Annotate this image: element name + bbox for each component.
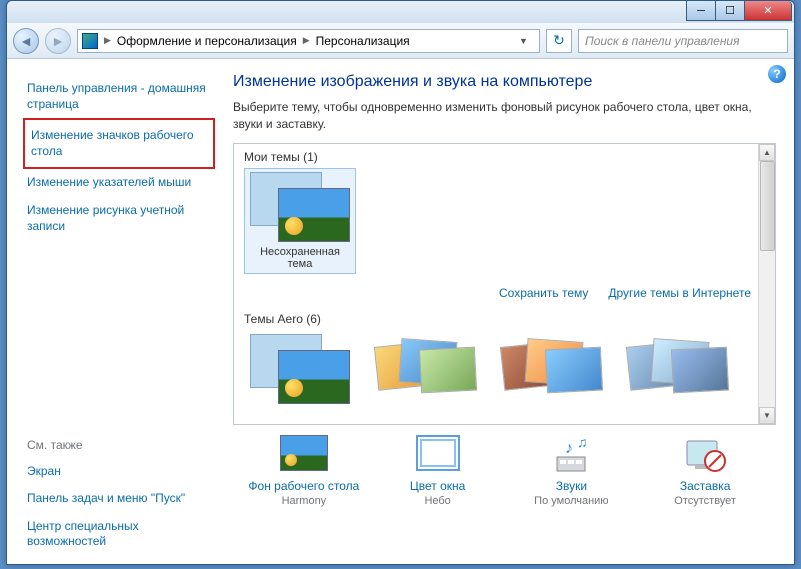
- sidebar-display[interactable]: Экран: [23, 458, 215, 486]
- main-pane: ? Изменение изображения и звука на компь…: [223, 59, 794, 564]
- forward-button[interactable]: ►: [45, 28, 71, 54]
- saver-value: Отсутствует: [645, 495, 765, 507]
- breadcrumb-1[interactable]: Оформление и персонализация: [117, 34, 297, 48]
- screensaver-icon: [681, 435, 729, 475]
- aero-theme-2[interactable]: [370, 330, 482, 412]
- help-icon[interactable]: ?: [768, 65, 786, 83]
- back-button[interactable]: ◄: [13, 28, 39, 54]
- my-themes-row: Несохраненная тема: [234, 166, 775, 280]
- theme-name: Несохраненная тема: [248, 246, 352, 270]
- sidebar-change-account-picture[interactable]: Изменение рисунка учетной записи: [23, 197, 215, 240]
- theme-thumb: [250, 172, 350, 242]
- scroll-down-icon[interactable]: ▼: [759, 407, 775, 424]
- theme-thumb: [628, 334, 728, 404]
- color-value: Небо: [378, 495, 498, 507]
- see-also-heading: См. также: [23, 432, 215, 458]
- theme-thumb: [250, 334, 350, 404]
- sidebar-ease-of-access[interactable]: Центр специальных возможностей: [23, 513, 215, 556]
- refresh-button[interactable]: ↻: [546, 29, 572, 53]
- titlebar: ─ ☐ ✕: [7, 1, 794, 23]
- theme-unsaved[interactable]: Несохраненная тема: [244, 168, 356, 274]
- svg-text:♪: ♪: [565, 440, 573, 457]
- sounds-icon: ♪♫: [547, 435, 595, 475]
- desktop-background[interactable]: Фон рабочего стола Harmony: [244, 435, 364, 507]
- bg-label: Фон рабочего стола: [244, 479, 364, 493]
- control-panel-window: ─ ☐ ✕ ◄ ► ▶ Оформление и персонализация …: [6, 0, 795, 565]
- aero-themes-label: Темы Aero (6): [234, 306, 775, 328]
- breadcrumb-sep-icon: ▶: [303, 35, 310, 46]
- sidebar: Панель управления - домашняя страница Из…: [7, 59, 223, 564]
- scrollbar[interactable]: ▲ ▼: [758, 144, 775, 424]
- window-buttons: ─ ☐ ✕: [687, 1, 792, 23]
- minimize-button[interactable]: ─: [686, 1, 716, 21]
- sound-label: Звуки: [511, 479, 631, 493]
- window-color-icon: [414, 435, 462, 475]
- control-panel-icon: [82, 33, 98, 49]
- sound-value: По умолчанию: [511, 495, 631, 507]
- address-dropdown-icon[interactable]: ▼: [519, 36, 535, 46]
- bg-value: Harmony: [244, 495, 364, 507]
- maximize-button[interactable]: ☐: [715, 1, 745, 21]
- page-title: Изменение изображения и звука на компьют…: [233, 73, 776, 91]
- navbar: ◄ ► ▶ Оформление и персонализация ▶ Перс…: [7, 23, 794, 59]
- scroll-thumb[interactable]: [760, 161, 775, 251]
- aero-theme-1[interactable]: [244, 330, 356, 412]
- my-themes-label: Мои темы (1): [234, 144, 775, 166]
- sidebar-change-desktop-icons[interactable]: Изменение значков рабочего стола: [23, 118, 215, 169]
- themes-panel: ▲ ▼ Мои темы (1) Несохраненная тема: [233, 143, 776, 425]
- more-themes-link[interactable]: Другие темы в Интернете: [608, 286, 751, 300]
- page-description: Выберите тему, чтобы одновременно измени…: [233, 99, 776, 133]
- address-bar[interactable]: ▶ Оформление и персонализация ▶ Персонал…: [77, 29, 540, 53]
- settings-row: Фон рабочего стола Harmony Цвет окна Неб…: [233, 435, 776, 507]
- aero-theme-4[interactable]: [622, 330, 734, 412]
- sidebar-home[interactable]: Панель управления - домашняя страница: [23, 75, 215, 118]
- color-label: Цвет окна: [378, 479, 498, 493]
- sidebar-taskbar[interactable]: Панель задач и меню "Пуск": [23, 485, 215, 513]
- close-button[interactable]: ✕: [744, 1, 792, 21]
- saver-label: Заставка: [645, 479, 765, 493]
- breadcrumb-2[interactable]: Персонализация: [316, 34, 410, 48]
- breadcrumb-sep-icon: ▶: [104, 35, 111, 46]
- scroll-up-icon[interactable]: ▲: [759, 144, 775, 161]
- window-color[interactable]: Цвет окна Небо: [378, 435, 498, 507]
- sidebar-change-pointers[interactable]: Изменение указателей мыши: [23, 169, 215, 197]
- sounds[interactable]: ♪♫ Звуки По умолчанию: [511, 435, 631, 507]
- aero-themes-row: [234, 328, 775, 418]
- svg-text:♫: ♫: [577, 435, 588, 450]
- screensaver[interactable]: Заставка Отсутствует: [645, 435, 765, 507]
- search-input[interactable]: Поиск в панели управления: [578, 29, 788, 53]
- desktop-bg-icon: [280, 435, 328, 475]
- theme-thumb: [502, 334, 602, 404]
- aero-theme-3[interactable]: [496, 330, 608, 412]
- theme-thumb: [376, 334, 476, 404]
- save-theme-link[interactable]: Сохранить тему: [499, 286, 588, 300]
- window-body: Панель управления - домашняя страница Из…: [7, 59, 794, 564]
- theme-links: Сохранить тему Другие темы в Интернете: [234, 280, 775, 306]
